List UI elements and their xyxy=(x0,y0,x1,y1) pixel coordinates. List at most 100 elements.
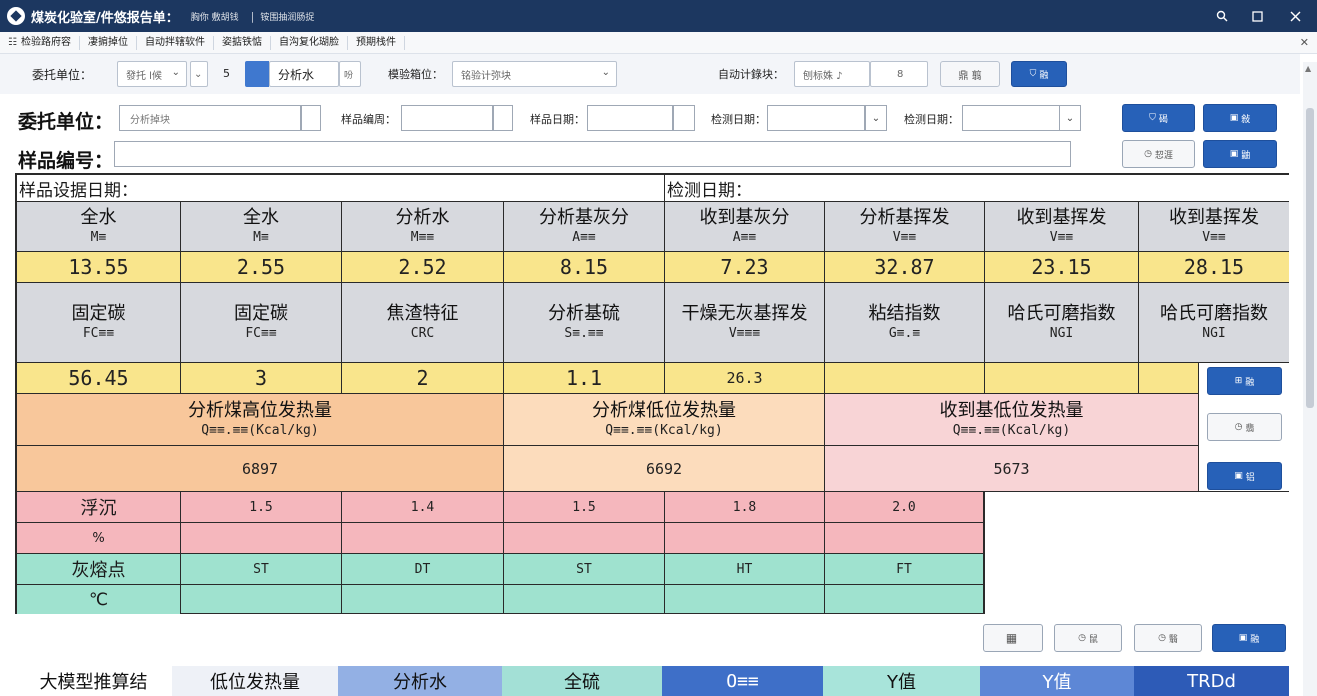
form-sample-date-dropdown[interactable] xyxy=(673,105,695,131)
chevron-down-icon: ⌄ xyxy=(171,67,180,78)
toolbar-unit-select[interactable]: 發托 l候 ⌄ xyxy=(117,61,187,87)
model-cell-1[interactable]: 低位发热量 xyxy=(172,666,338,696)
menu-item-6[interactable]: 预期栈件 xyxy=(348,35,405,50)
ash-entry-4 xyxy=(825,585,984,614)
form-sample-no-input[interactable] xyxy=(401,105,493,131)
row1-header-cn: 分析基灰分 xyxy=(539,206,629,228)
row1-value-3: 8.15 xyxy=(504,252,665,283)
row1-header-cn: 收到基挥发 xyxy=(1016,206,1107,228)
heat-header-net-sym: Q≡≡.≡≡(Kcal/kg) xyxy=(605,422,723,438)
toolbar-confirm-button[interactable]: ⛉ 融 xyxy=(1011,61,1067,87)
search-icon[interactable] xyxy=(1212,6,1232,26)
form-test-date-input-1[interactable] xyxy=(767,105,865,131)
form-action-button-a[interactable]: ⛉ 碣 xyxy=(1122,104,1195,132)
toolbar-unit-value: 發托 l候 xyxy=(126,70,162,82)
percent-label: % xyxy=(92,530,105,546)
menu-item-2[interactable]: 凄掮掉位 xyxy=(78,35,137,50)
maximize-icon[interactable] xyxy=(1247,6,1267,26)
form-sample-no-dropdown[interactable] xyxy=(493,105,513,131)
toolbar-color-swatch[interactable] xyxy=(245,61,269,87)
toolbar-auto-value-2: 8 xyxy=(897,68,904,80)
form-unit-placeholder: 分析掉块 xyxy=(130,114,170,126)
form-action-button-d[interactable]: ▣ 鼬 xyxy=(1203,140,1277,168)
float-entry-3 xyxy=(665,523,825,554)
form-test-date-dropdown-2[interactable]: ⌄ xyxy=(1059,105,1081,131)
window-title: 煤炭化验室/件悠报告单： xyxy=(31,10,179,26)
toolbar-unit-label: 委托单位： xyxy=(32,68,93,82)
toolbar-query-button[interactable]: 鼎 翦 xyxy=(940,61,1000,87)
model-cell-5[interactable]: Y值 xyxy=(823,666,980,696)
form-action-button-b[interactable]: ▣ 敍 xyxy=(1203,104,1277,132)
menu-item-1[interactable]: 检验路府容 xyxy=(17,36,79,50)
form-action-button-c[interactable]: ◷ 恝涯 xyxy=(1122,140,1195,168)
menu-item-5[interactable]: 自沟复化瑚脸 xyxy=(271,35,348,50)
row1-value-text: 2.52 xyxy=(398,255,447,279)
toolbar-auto-input[interactable]: 刨标姝 ♪ xyxy=(794,61,870,87)
form-sample-number-label: 样品编号： xyxy=(18,150,114,172)
bottom-button-3[interactable]: ◷ 翳 xyxy=(1134,624,1202,652)
model-cell-6[interactable]: Y值 xyxy=(980,666,1134,696)
chevron-down-icon: ⌄ xyxy=(194,68,203,80)
toolbar-auto-input-2[interactable]: 8 xyxy=(870,61,928,87)
results-table: 样品设据日期： 检测日期： 全水 M≡ 全水 M≡ 分析水 M≡≡ 分析基灰分 A≡≡ 收到基灰… xyxy=(15,173,1289,614)
form-unit-dropdown[interactable] xyxy=(301,105,321,131)
table-sample-date-cell: 样品设据日期： xyxy=(17,175,665,202)
heat-value-gross: 6897 xyxy=(17,446,504,492)
toolbar-auto-value: 刨标姝 ♪ xyxy=(803,70,843,82)
toolbar-analysis-button[interactable]: 吩 xyxy=(339,61,361,87)
ash-value-text: HT xyxy=(736,561,753,577)
row1-value-1: 2.55 xyxy=(181,252,342,283)
shield-icon: ⛉ xyxy=(1029,69,1037,79)
toolbar-check-select[interactable]: 铭验计弥块 ⌄ xyxy=(452,61,617,87)
form-sample-date-input[interactable] xyxy=(587,105,673,131)
row1-value-text: 13.55 xyxy=(68,255,129,279)
toolbar-query-label: 鼎 翦 xyxy=(958,70,982,82)
row1-value-7: 28.15 xyxy=(1139,252,1289,283)
title-bar: 煤炭化验室/件悠报告单： 胸你 敷胡钱 | 铵围抽润肠捉 xyxy=(0,0,1317,32)
model-result-label: 大模型推算结 xyxy=(15,666,172,696)
row2-value-0: 56.45 xyxy=(17,363,181,394)
form-sample-number-input[interactable] xyxy=(114,141,1071,167)
model-cell-3[interactable]: 全硫 xyxy=(502,666,662,696)
form-unit-input[interactable]: 分析掉块 xyxy=(119,105,301,131)
bottom-button-1[interactable]: ▦ xyxy=(983,624,1043,652)
float-value-text: 1.8 xyxy=(732,499,757,515)
form-action-label-b: 敍 xyxy=(1241,114,1251,125)
row2-header-sym: FC≡≡ xyxy=(245,325,277,341)
toolbar-analysis-icon: 吩 xyxy=(344,70,354,81)
model-cell-7[interactable]: TRDd xyxy=(1134,666,1289,696)
menu-item-3[interactable]: 自动拌辖软件 xyxy=(137,35,214,50)
close-icon[interactable] xyxy=(1285,6,1305,26)
title-separator: | xyxy=(250,9,255,23)
bottom-button-2[interactable]: ◷ 鼠 xyxy=(1054,624,1122,652)
model-cell-4[interactable]: O≡≡ xyxy=(662,666,823,696)
menu-item-4[interactable]: 姿掂铁惦 xyxy=(214,35,271,50)
float-value-text: 1.5 xyxy=(572,499,596,515)
table-side-button-1[interactable]: ⊞ 融 xyxy=(1207,367,1282,395)
float-value-3: 1.8 xyxy=(665,492,825,523)
bottom-button-4[interactable]: ▣ 融 xyxy=(1212,624,1286,652)
heat-value-net: 6692 xyxy=(504,446,825,492)
vertical-scrollbar[interactable]: ▲ xyxy=(1303,62,1317,696)
row2-value-text: 3 xyxy=(254,366,268,390)
form-test-date-input-2[interactable] xyxy=(962,105,1060,131)
bottom-button-label-2: 鼠 xyxy=(1088,634,1098,645)
float-value-1: 1.4 xyxy=(342,492,504,523)
model-cell-2[interactable]: 分析水 xyxy=(338,666,502,696)
table-test-date-label: 检测日期： xyxy=(667,180,752,201)
row2-header-4: 干燥无灰基挥发 V≡≡≡ xyxy=(665,283,825,363)
table-sample-date-label: 样品设据日期： xyxy=(19,180,138,201)
form-test-date-label-1: 检测日期： xyxy=(711,113,766,126)
scroll-up-icon[interactable]: ▲ xyxy=(1305,64,1311,73)
table-side-button-2[interactable]: ◷ 翡 xyxy=(1207,413,1282,441)
menu-close-icon[interactable]: ✕ xyxy=(1300,36,1309,49)
heat-header-ar-net-sym: Q≡≡.≡≡(Kcal/kg) xyxy=(952,422,1071,438)
row1-header-4: 收到基灰分 A≡≡ xyxy=(665,202,825,252)
form-action-label-a: 碣 xyxy=(1158,114,1168,125)
row1-header-cn: 分析水 xyxy=(395,206,450,228)
form-test-date-dropdown-1[interactable]: ⌄ xyxy=(865,105,887,131)
toolbar-unit-dropdown[interactable]: ⌄ xyxy=(190,61,208,87)
scrollbar-thumb[interactable] xyxy=(1306,108,1314,408)
table-side-button-3[interactable]: ▣ 铝 xyxy=(1207,462,1282,490)
toolbar-analysis-field[interactable]: 分析水 xyxy=(269,61,339,87)
